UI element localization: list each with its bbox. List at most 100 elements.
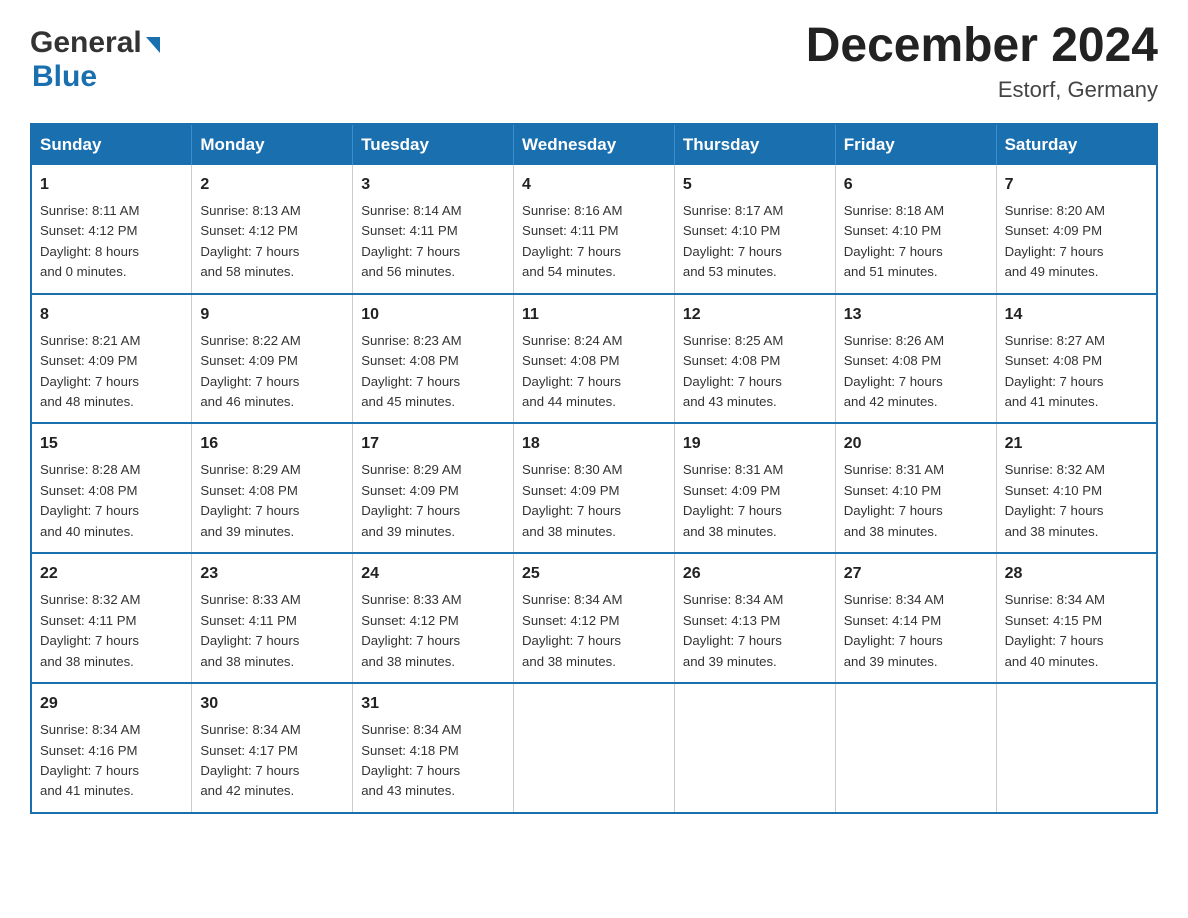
table-row: 21 Sunrise: 8:32 AMSunset: 4:10 PMDayligh… xyxy=(996,423,1157,553)
day-info: Sunrise: 8:13 AMSunset: 4:12 PMDaylight:… xyxy=(200,201,344,283)
day-info: Sunrise: 8:34 AMSunset: 4:13 PMDaylight:… xyxy=(683,590,827,672)
day-number: 12 xyxy=(683,303,827,327)
table-row: 9Sunrise: 8:22 AMSunset: 4:09 PMDaylight… xyxy=(192,294,353,424)
table-row: 4Sunrise: 8:16 AMSunset: 4:11 PMDaylight… xyxy=(514,165,675,294)
day-info: Sunrise: 8:29 AMSunset: 4:09 PMDaylight:… xyxy=(361,460,505,542)
day-number: 16 xyxy=(200,432,344,456)
table-row: 30Sunrise: 8:34 AMSunset: 4:17 PMDayligh… xyxy=(192,683,353,813)
table-row: 29Sunrise: 8:34 AMSunset: 4:16 PMDayligh… xyxy=(31,683,192,813)
table-row: 25Sunrise: 8:34 AMSunset: 4:12 PMDayligh… xyxy=(514,553,675,683)
location-title: Estorf, Germany xyxy=(806,77,1158,103)
day-number: 22 xyxy=(40,562,183,586)
table-row: 11 Sunrise: 8:24 AMSunset: 4:08 PMDayligh… xyxy=(514,294,675,424)
day-number: 20 xyxy=(844,432,988,456)
day-info: Sunrise: 8:25 AMSunset: 4:08 PMDaylight:… xyxy=(683,331,827,413)
day-info: Sunrise: 8:18 AMSunset: 4:10 PMDaylight:… xyxy=(844,201,988,283)
day-info: Sunrise: 8:30 AMSunset: 4:09 PMDaylight:… xyxy=(522,460,666,542)
day-info: Sunrise: 8:20 AMSunset: 4:09 PMDaylight:… xyxy=(1005,201,1148,283)
day-info: Sunrise: 8:34 AMSunset: 4:14 PMDaylight:… xyxy=(844,590,988,672)
day-number: 19 xyxy=(683,432,827,456)
logo: General Blue xyxy=(30,26,160,94)
day-number: 14 xyxy=(1005,303,1148,327)
day-info: Sunrise: 8:31 AMSunset: 4:09 PMDaylight:… xyxy=(683,460,827,542)
table-row: 28 Sunrise: 8:34 AMSunset: 4:15 PMDayligh… xyxy=(996,553,1157,683)
col-wednesday: Wednesday xyxy=(514,124,675,165)
col-tuesday: Tuesday xyxy=(353,124,514,165)
day-number: 28 xyxy=(1005,562,1148,586)
table-row: 19 Sunrise: 8:31 AMSunset: 4:09 PMDayligh… xyxy=(674,423,835,553)
table-row: 8 Sunrise: 8:21 AMSunset: 4:09 PMDaylight… xyxy=(31,294,192,424)
calendar-week-row: 1Sunrise: 8:11 AMSunset: 4:12 PMDaylight… xyxy=(31,165,1157,294)
calendar-header-row: Sunday Monday Tuesday Wednesday Thursday… xyxy=(31,124,1157,165)
day-info: Sunrise: 8:28 AMSunset: 4:08 PMDaylight:… xyxy=(40,460,183,542)
table-row: 17 Sunrise: 8:29 AMSunset: 4:09 PMDayligh… xyxy=(353,423,514,553)
table-row: 18 Sunrise: 8:30 AMSunset: 4:09 PMDayligh… xyxy=(514,423,675,553)
logo-general-text: General xyxy=(30,26,142,60)
day-info: Sunrise: 8:24 AMSunset: 4:08 PMDaylight:… xyxy=(522,331,666,413)
table-row: 27 Sunrise: 8:34 AMSunset: 4:14 PMDayligh… xyxy=(835,553,996,683)
day-info: Sunrise: 8:21 AMSunset: 4:09 PMDaylight:… xyxy=(40,331,183,413)
day-info: Sunrise: 8:17 AMSunset: 4:10 PMDaylight:… xyxy=(683,201,827,283)
day-number: 25 xyxy=(522,562,666,586)
day-info: Sunrise: 8:31 AMSunset: 4:10 PMDaylight:… xyxy=(844,460,988,542)
table-row xyxy=(835,683,996,813)
day-number: 13 xyxy=(844,303,988,327)
logo-blue-text: Blue xyxy=(32,60,97,93)
col-monday: Monday xyxy=(192,124,353,165)
page-header: General Blue December 2024 Estorf, Germa… xyxy=(30,20,1158,103)
day-number: 23 xyxy=(200,562,344,586)
table-row: 5 Sunrise: 8:17 AMSunset: 4:10 PMDaylight… xyxy=(674,165,835,294)
table-row xyxy=(674,683,835,813)
table-row xyxy=(996,683,1157,813)
title-block: December 2024 Estorf, Germany xyxy=(806,20,1158,103)
day-info: Sunrise: 8:29 AMSunset: 4:08 PMDaylight:… xyxy=(200,460,344,542)
day-number: 27 xyxy=(844,562,988,586)
day-number: 8 xyxy=(40,303,183,327)
day-number: 9 xyxy=(200,303,344,327)
logo-triangle-icon xyxy=(146,37,160,53)
calendar-week-row: 15 Sunrise: 8:28 AMSunset: 4:08 PMDayligh… xyxy=(31,423,1157,553)
table-row: 10 Sunrise: 8:23 AMSunset: 4:08 PMDayligh… xyxy=(353,294,514,424)
day-number: 17 xyxy=(361,432,505,456)
calendar-week-row: 29Sunrise: 8:34 AMSunset: 4:16 PMDayligh… xyxy=(31,683,1157,813)
table-row: 3Sunrise: 8:14 AMSunset: 4:11 PMDaylight… xyxy=(353,165,514,294)
table-row: 2 Sunrise: 8:13 AMSunset: 4:12 PMDaylight… xyxy=(192,165,353,294)
table-row: 24Sunrise: 8:33 AMSunset: 4:12 PMDayligh… xyxy=(353,553,514,683)
day-number: 15 xyxy=(40,432,183,456)
day-number: 11 xyxy=(522,303,666,327)
day-info: Sunrise: 8:34 AMSunset: 4:15 PMDaylight:… xyxy=(1005,590,1148,672)
day-number: 5 xyxy=(683,173,827,197)
day-info: Sunrise: 8:32 AMSunset: 4:10 PMDaylight:… xyxy=(1005,460,1148,542)
day-info: Sunrise: 8:33 AMSunset: 4:11 PMDaylight:… xyxy=(200,590,344,672)
table-row: 14 Sunrise: 8:27 AMSunset: 4:08 PMDayligh… xyxy=(996,294,1157,424)
table-row: 7Sunrise: 8:20 AMSunset: 4:09 PMDaylight… xyxy=(996,165,1157,294)
day-info: Sunrise: 8:33 AMSunset: 4:12 PMDaylight:… xyxy=(361,590,505,672)
col-saturday: Saturday xyxy=(996,124,1157,165)
table-row: 12 Sunrise: 8:25 AMSunset: 4:08 PMDayligh… xyxy=(674,294,835,424)
col-sunday: Sunday xyxy=(31,124,192,165)
day-info: Sunrise: 8:23 AMSunset: 4:08 PMDaylight:… xyxy=(361,331,505,413)
table-row: 13 Sunrise: 8:26 AMSunset: 4:08 PMDayligh… xyxy=(835,294,996,424)
day-info: Sunrise: 8:26 AMSunset: 4:08 PMDaylight:… xyxy=(844,331,988,413)
table-row: 20 Sunrise: 8:31 AMSunset: 4:10 PMDayligh… xyxy=(835,423,996,553)
table-row xyxy=(514,683,675,813)
day-number: 26 xyxy=(683,562,827,586)
day-info: Sunrise: 8:14 AMSunset: 4:11 PMDaylight:… xyxy=(361,201,505,283)
day-number: 10 xyxy=(361,303,505,327)
calendar-week-row: 22Sunrise: 8:32 AMSunset: 4:11 PMDayligh… xyxy=(31,553,1157,683)
day-number: 18 xyxy=(522,432,666,456)
day-info: Sunrise: 8:34 AMSunset: 4:16 PMDaylight:… xyxy=(40,720,183,802)
table-row: 1Sunrise: 8:11 AMSunset: 4:12 PMDaylight… xyxy=(31,165,192,294)
day-number: 6 xyxy=(844,173,988,197)
month-title: December 2024 xyxy=(806,20,1158,73)
table-row: 23 Sunrise: 8:33 AMSunset: 4:11 PMDayligh… xyxy=(192,553,353,683)
day-number: 30 xyxy=(200,692,344,716)
table-row: 22Sunrise: 8:32 AMSunset: 4:11 PMDayligh… xyxy=(31,553,192,683)
table-row: 31Sunrise: 8:34 AMSunset: 4:18 PMDayligh… xyxy=(353,683,514,813)
calendar-table: Sunday Monday Tuesday Wednesday Thursday… xyxy=(30,123,1158,814)
day-number: 2 xyxy=(200,173,344,197)
day-info: Sunrise: 8:34 AMSunset: 4:18 PMDaylight:… xyxy=(361,720,505,802)
day-info: Sunrise: 8:27 AMSunset: 4:08 PMDaylight:… xyxy=(1005,331,1148,413)
day-number: 4 xyxy=(522,173,666,197)
day-number: 21 xyxy=(1005,432,1148,456)
